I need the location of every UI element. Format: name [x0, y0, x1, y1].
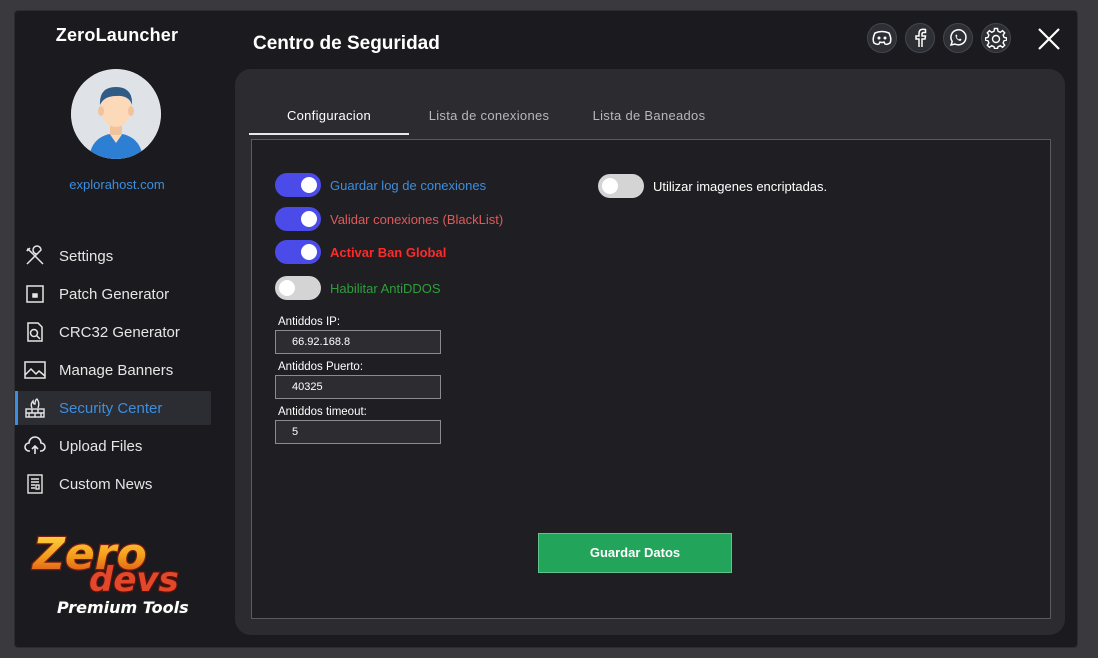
sidebar-item-security-center[interactable]: Security Center [15, 391, 211, 425]
patch-icon [23, 282, 47, 306]
antiddos-puerto-input[interactable]: 40325 [275, 375, 441, 399]
close-button[interactable] [1035, 25, 1063, 53]
switch-knob [301, 177, 317, 193]
page-title: Centro de Seguridad [253, 33, 440, 54]
sidebar-item-upload-files[interactable]: Upload Files [15, 429, 211, 463]
switch-knob [301, 244, 317, 260]
guardar-log-switch[interactable] [275, 173, 321, 197]
imagenes-encriptadas-label: Utilizar imagenes encriptadas. [653, 178, 828, 194]
user-avatar-icon [71, 69, 161, 159]
imagenes-encriptadas-switch[interactable] [598, 174, 644, 198]
toggle-row-imagenes-encriptadas: Utilizar imagenes encriptadas. [598, 174, 827, 198]
antiddos-ip-label: Antiddos IP: [278, 316, 341, 328]
firewall-icon [23, 396, 47, 420]
host-link[interactable]: explorahost.com [15, 177, 219, 192]
facebook-button[interactable] [905, 23, 935, 53]
ban-global-label: Activar Ban Global [330, 244, 447, 260]
switch-knob [301, 211, 317, 227]
tab-lista-de-conexiones[interactable]: Lista de conexiones [409, 97, 569, 135]
toggle-row-guardar-log: Guardar log de conexiones [275, 173, 486, 197]
config-panel: Guardar log de conexiones Validar conexi… [251, 139, 1051, 619]
cloud-upload-icon [23, 434, 47, 458]
file-search-icon [23, 320, 47, 344]
antiddos-ip-input[interactable]: 66.92.168.8 [275, 330, 441, 354]
sidebar-nav: Settings Patch Generator CRC32 Generator… [15, 239, 211, 505]
guardar-log-label: Guardar log de conexiones [330, 177, 487, 193]
whatsapp-button[interactable] [943, 23, 973, 53]
logo-line2: devs [89, 560, 179, 600]
switch-knob [602, 178, 618, 194]
antiddos-timeout-input[interactable]: 5 [275, 420, 441, 444]
logo-line3: Premium Tools [57, 598, 189, 617]
save-button[interactable]: Guardar Datos [538, 533, 732, 573]
toggle-row-validar-conexiones: Validar conexiones (BlackList) [275, 207, 503, 231]
whatsapp-icon [949, 29, 967, 47]
sidebar-item-label: Custom News [59, 475, 153, 493]
antiddos-timeout-label: Antiddos timeout: [278, 406, 367, 418]
switch-knob [279, 280, 295, 296]
settings-button[interactable] [981, 23, 1011, 53]
avatar[interactable] [71, 69, 161, 159]
app-title: ZeroLauncher [55, 25, 179, 45]
validar-conexiones-switch[interactable] [275, 207, 321, 231]
image-icon [23, 358, 47, 382]
close-icon [1038, 28, 1060, 50]
tools-icon [23, 244, 47, 268]
validar-conexiones-label: Validar conexiones (BlackList) [330, 211, 504, 227]
sidebar-item-label: Upload Files [59, 437, 143, 455]
discord-button[interactable] [867, 23, 897, 53]
antiddos-label: Habilitar AntiDDOS [330, 280, 441, 296]
antiddos-puerto-label: Antiddos Puerto: [278, 361, 364, 373]
sidebar-item-label: CRC32 Generator [59, 323, 180, 341]
toggle-row-antiddos: Habilitar AntiDDOS [275, 276, 441, 300]
tab-bar: Configuracion Lista de conexiones Lista … [249, 97, 729, 135]
toggle-row-ban-global: Activar Ban Global [275, 240, 446, 264]
sidebar-item-crc32-generator[interactable]: CRC32 Generator [15, 315, 211, 349]
facebook-icon [915, 28, 927, 47]
zerodevs-logo: Zero devs Premium Tools [29, 525, 209, 618]
sidebar-item-label: Security Center [59, 399, 163, 417]
sidebar-item-label: Manage Banners [59, 361, 174, 379]
main-content: Configuracion Lista de conexiones Lista … [235, 69, 1065, 635]
sidebar-item-settings[interactable]: Settings [15, 239, 211, 273]
ban-global-switch[interactable] [275, 240, 321, 264]
sidebar-item-manage-banners[interactable]: Manage Banners [15, 353, 211, 387]
gear-icon [985, 27, 1007, 49]
sidebar-item-label: Settings [59, 247, 114, 265]
sidebar: ZeroLauncher explorahost.com Settings Pa… [15, 11, 225, 647]
discord-icon [872, 30, 892, 46]
news-icon [23, 472, 47, 496]
sidebar-item-patch-generator[interactable]: Patch Generator [15, 277, 211, 311]
tab-lista-de-baneados[interactable]: Lista de Baneados [569, 97, 729, 135]
antiddos-switch[interactable] [275, 276, 321, 300]
sidebar-item-label: Patch Generator [59, 285, 170, 303]
tab-configuracion[interactable]: Configuracion [249, 97, 409, 135]
sidebar-item-custom-news[interactable]: Custom News [15, 467, 211, 501]
app-window: ZeroLauncher explorahost.com Settings Pa… [14, 10, 1078, 648]
